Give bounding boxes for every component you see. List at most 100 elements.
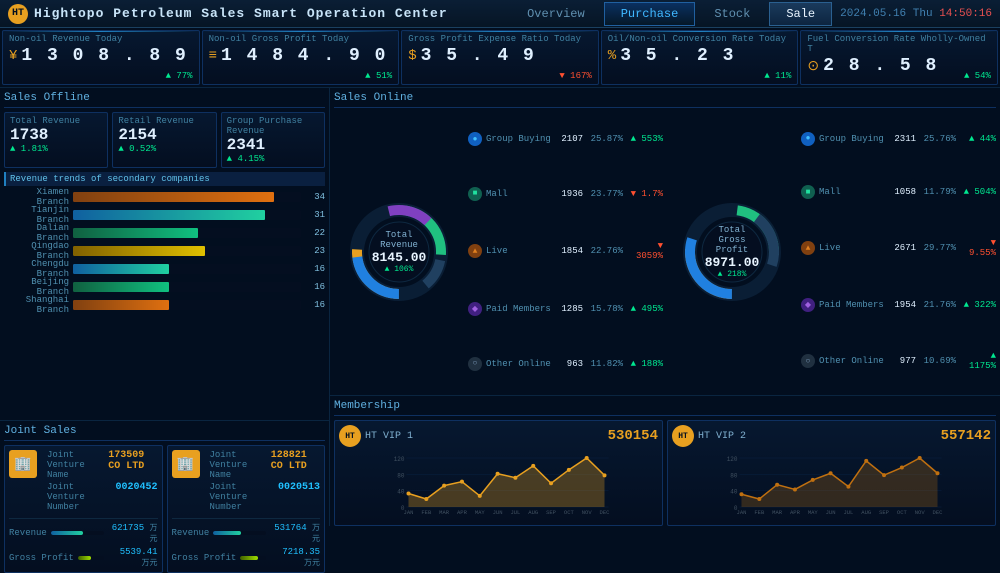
rev-card-value-1: 2154 (118, 126, 210, 144)
tab-purchase[interactable]: Purchase (604, 2, 696, 26)
joint-profit-label: Gross Profit (172, 553, 237, 563)
svg-text:DEC: DEC (933, 509, 944, 515)
rev-card-change-2: ▲ 4.15% (227, 154, 319, 164)
stat-row: ◆ Paid Members 1954 21.76% ▲ 322% (801, 298, 996, 312)
svg-text:40: 40 (397, 489, 405, 496)
metric-card-2: Gross Profit Expense Ratio Today $ 3 5 .… (401, 30, 599, 85)
stat-name: Live (486, 246, 551, 256)
joint-venture-number: 0020513 (278, 482, 320, 512)
stat-pct: 22.76% (587, 246, 623, 256)
stat-pct: 11.79% (920, 187, 956, 197)
svg-text:SEP: SEP (546, 509, 556, 515)
metric-value-row-1: ≡ 1 4 8 4 . 9 0 (209, 46, 393, 66)
stat-change: ▲ 553% (627, 134, 663, 144)
vip-card: HT HT VIP 2 557142 12080400JANFEBMARAPRM… (667, 420, 996, 526)
joint-icon: 🏢 (172, 450, 200, 478)
stat-name: Paid Members (819, 300, 884, 310)
stat-change: ▼ 3059% (627, 241, 663, 261)
branch-bar-container (73, 246, 301, 256)
svg-text:NOV: NOV (915, 509, 926, 515)
left-panel: Sales Offline Total Revenue 1738 ▲ 1.81%… (0, 88, 330, 526)
metric-value-4: 2 8 . 5 8 (823, 56, 938, 76)
online-content: Total Revenue 8145.00 ▲ 106% ● Group Buy… (334, 112, 996, 391)
stat-change: ▲ 44% (960, 134, 996, 144)
time-display: 14:50:16 (939, 8, 992, 20)
stat-name: Mall (486, 189, 551, 199)
metric-card-3: Oil/Non-oil Conversion Rate Today % 3 5 … (601, 30, 799, 85)
branch-name: Qingdao Branch (4, 241, 69, 261)
branch-row: Tianjin Branch 31 (4, 207, 325, 223)
tab-sale[interactable]: Sale (769, 2, 832, 26)
branch-row: Xiamen Branch 34 (4, 189, 325, 205)
stat-num: 977 (888, 356, 916, 366)
branch-bar-container (73, 192, 301, 202)
stat-name: Group Buying (486, 134, 551, 144)
metric-value-2: 3 5 . 4 9 (421, 46, 536, 66)
branch-row: Shanghai Branch 16 (4, 297, 325, 313)
joint-revenue-bar (51, 531, 104, 535)
svg-text:APR: APR (457, 509, 468, 515)
vip-badge: HT (672, 425, 694, 447)
stat-num: 1285 (555, 304, 583, 314)
donut-value-2: 8971.00 (705, 255, 760, 270)
top-nav: HT Hightopo Petroleum Sales Smart Operat… (0, 0, 1000, 28)
branch-bar (73, 210, 265, 220)
metric-icon-2: $ (408, 48, 416, 64)
tab-overview[interactable]: Overview (510, 2, 602, 26)
branch-bar (73, 282, 169, 292)
vip-card: HT HT VIP 1 530154 12080400JANFEBMARAPRM… (334, 420, 663, 526)
joint-venture-name: 128821 CO LTD (271, 450, 320, 480)
sales-online-section: Sales Online Total Revenue 8145.00 ▲ 106… (330, 88, 1000, 396)
tab-stock[interactable]: Stock (697, 2, 767, 26)
svg-text:FEB: FEB (421, 509, 432, 515)
donut-value-1: 8145.00 (372, 250, 427, 265)
svg-text:120: 120 (394, 456, 405, 463)
branch-value: 22 (305, 228, 325, 238)
stat-row: ○ Other Online 963 11.82% ▲ 188% (468, 357, 663, 371)
vip-header: HT HT VIP 1 530154 (339, 425, 658, 447)
vip-badge: HT (339, 425, 361, 447)
donut-center-1: Total Revenue 8145.00 ▲ 106% (372, 230, 427, 274)
nav-tabs: Overview Purchase Stock Sale (510, 2, 832, 26)
branch-bar-container (73, 210, 301, 220)
stat-num: 2107 (555, 134, 583, 144)
joint-number-label: Joint Venture Number (47, 482, 115, 512)
rev-card-total: Total Revenue 1738 ▲ 1.81% (4, 112, 108, 168)
stat-num: 963 (555, 359, 583, 369)
stat-icon: ■ (468, 187, 482, 201)
svg-text:JUN: JUN (826, 509, 836, 515)
svg-text:MAY: MAY (475, 509, 486, 515)
joint-venture-label: Joint Venture Name (210, 450, 271, 480)
joint-sales-title: Joint Sales (4, 425, 325, 441)
joint-card: 🏢 Joint Venture Name 128821 CO LTD Joint… (167, 445, 326, 573)
donut-profit: Total Gross Profit 8971.00 ▲ 218% (667, 112, 797, 391)
vip-title: HT VIP 2 (698, 431, 746, 442)
svg-text:120: 120 (727, 456, 738, 463)
metric-icon-0: ¥ (9, 48, 17, 64)
svg-text:OCT: OCT (897, 509, 908, 515)
stat-row: ▲ Live 1854 22.76% ▼ 3059% (468, 241, 663, 261)
metric-card-0: Non-oil Revenue Today ¥ 1 3 0 8 . 8 9 ▲ … (2, 30, 200, 85)
rev-card-value-0: 1738 (10, 126, 102, 144)
svg-text:JUL: JUL (843, 509, 853, 515)
branch-value: 34 (305, 192, 325, 202)
stat-name: Other Online (486, 359, 551, 369)
metric-change-1: ▲ 51% (365, 71, 392, 81)
stat-row: ● Group Buying 2107 25.87% ▲ 553% (468, 132, 663, 146)
donut-change-1: ▲ 106% (372, 265, 427, 274)
revenue-cards: Total Revenue 1738 ▲ 1.81% Retail Revenu… (4, 112, 325, 168)
metric-icon-4: ⊙ (807, 58, 819, 75)
metric-title-3: Oil/Non-oil Conversion Rate Today (608, 34, 792, 44)
stat-icon: ▲ (801, 241, 815, 255)
branch-name: Shanghai Branch (4, 295, 69, 315)
stat-icon: ▲ (468, 244, 482, 258)
joint-revenue-label: Revenue (9, 528, 47, 538)
stat-num: 1954 (888, 300, 916, 310)
stat-row: ● Group Buying 2311 25.76% ▲ 44% (801, 132, 996, 146)
branch-bar (73, 228, 198, 238)
svg-text:JAN: JAN (737, 509, 747, 515)
branch-name: Chengdu Branch (4, 259, 69, 279)
svg-text:AUG: AUG (528, 509, 538, 515)
donut-wrap-1: Total Revenue 8145.00 ▲ 106% (344, 197, 454, 307)
svg-text:OCT: OCT (564, 509, 575, 515)
